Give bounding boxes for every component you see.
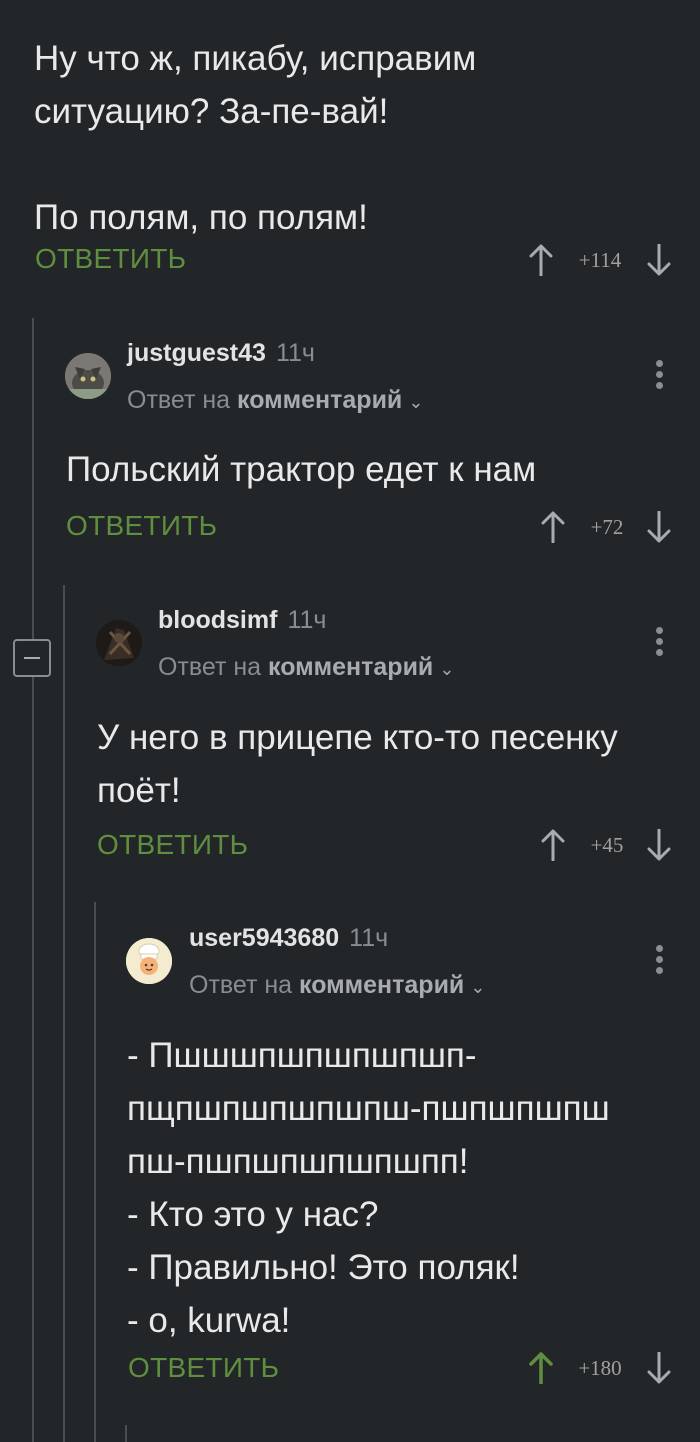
comment-rating: +45 bbox=[590, 833, 624, 857]
author-name[interactable]: bloodsimf bbox=[158, 606, 277, 634]
top-comment-reply-button[interactable]: ОТВЕТИТЬ bbox=[35, 243, 186, 275]
top-comment-downvote-arrow-icon[interactable] bbox=[647, 244, 671, 276]
more-options-icon[interactable] bbox=[653, 945, 665, 978]
chef-avatar-icon[interactable] bbox=[126, 938, 172, 984]
thread-line-level-1 bbox=[32, 318, 34, 1442]
more-options-icon[interactable] bbox=[653, 627, 665, 660]
thread-line-level-3 bbox=[94, 902, 96, 1442]
comment-time: 11ч bbox=[275, 339, 315, 367]
reply-to-target[interactable]: комментарий bbox=[268, 653, 433, 681]
upvote-arrow-icon[interactable] bbox=[541, 511, 565, 543]
cat-avatar-icon[interactable] bbox=[65, 353, 111, 399]
downvote-arrow-icon[interactable] bbox=[647, 829, 671, 861]
comment-author[interactable]: justguest43 11ч bbox=[127, 339, 315, 368]
reply-to-target[interactable]: комментарий bbox=[299, 971, 464, 999]
reply-to-link[interactable]: Ответ на комментарий ⌄ bbox=[158, 653, 454, 682]
reply-to-prefix: Ответ на bbox=[158, 653, 262, 681]
top-comment-upvote-arrow-icon[interactable] bbox=[529, 244, 553, 276]
reply-to-link[interactable]: Ответ на комментарий ⌄ bbox=[189, 971, 485, 1000]
comment-text: У него в прицепе кто-то песенку поёт! bbox=[97, 718, 618, 810]
top-comment-text: Ну что ж, пикабу, исправим ситуацию? За-… bbox=[34, 39, 477, 237]
reply-to-link[interactable]: Ответ на комментарий ⌄ bbox=[127, 386, 423, 415]
collapse-thread-button[interactable] bbox=[13, 639, 51, 677]
chevron-down-icon[interactable]: ⌄ bbox=[470, 977, 485, 997]
comment-time: 11ч bbox=[349, 924, 389, 952]
reply-to-prefix: Ответ на bbox=[189, 971, 293, 999]
comment-time: 11ч bbox=[287, 606, 327, 634]
reply-to-prefix: Ответ на bbox=[127, 386, 231, 414]
reply-to-target[interactable]: комментарий bbox=[237, 386, 402, 414]
thread-line-level-4 bbox=[125, 1425, 127, 1442]
comment-text: Польский трактор едет к нам bbox=[66, 450, 537, 489]
dark-figure-avatar-icon[interactable] bbox=[96, 620, 142, 666]
upvote-arrow-icon[interactable] bbox=[541, 829, 565, 861]
author-name[interactable]: justguest43 bbox=[127, 339, 266, 367]
chevron-down-icon[interactable]: ⌄ bbox=[439, 659, 454, 679]
more-options-icon[interactable] bbox=[653, 360, 665, 393]
reply-button[interactable]: ОТВЕТИТЬ bbox=[66, 510, 217, 542]
reply-button[interactable]: ОТВЕТИТЬ bbox=[128, 1352, 279, 1384]
reply-button[interactable]: ОТВЕТИТЬ bbox=[97, 829, 248, 861]
author-name[interactable]: user5943680 bbox=[189, 924, 339, 952]
comment-rating: +72 bbox=[590, 515, 624, 539]
downvote-arrow-icon[interactable] bbox=[647, 1352, 671, 1384]
comment-rating: +180 bbox=[578, 1356, 622, 1380]
upvote-arrow-icon[interactable] bbox=[529, 1352, 553, 1384]
comment-author[interactable]: bloodsimf 11ч bbox=[158, 606, 326, 635]
comment-text: - Пшшшпшпшпшпшп- пщпшпшпшпшпш-пшпшпшпш п… bbox=[127, 1036, 610, 1340]
chevron-down-icon[interactable]: ⌄ bbox=[408, 392, 423, 412]
comment-author[interactable]: user5943680 11ч bbox=[189, 924, 388, 953]
downvote-arrow-icon[interactable] bbox=[647, 511, 671, 543]
thread-line-level-2 bbox=[63, 585, 65, 1442]
top-comment-rating: +114 bbox=[578, 248, 622, 272]
